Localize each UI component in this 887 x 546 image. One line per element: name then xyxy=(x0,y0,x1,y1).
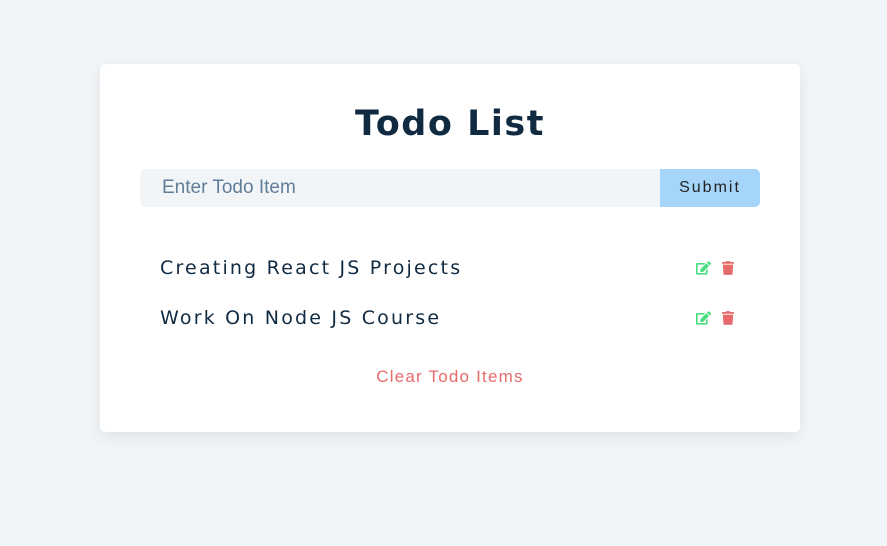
todo-item-text: Creating React JS Projects xyxy=(160,257,463,279)
clear-items-button[interactable]: Clear Todo Items xyxy=(100,367,800,387)
delete-button[interactable] xyxy=(720,260,736,276)
todo-item-actions xyxy=(695,260,736,276)
edit-icon xyxy=(695,261,711,275)
edit-icon xyxy=(695,311,711,325)
trash-icon xyxy=(722,311,734,325)
todo-form: Submit xyxy=(140,169,760,207)
trash-icon xyxy=(722,261,734,275)
delete-button[interactable] xyxy=(720,310,736,326)
todo-card: Todo List Submit Creating React JS Proje… xyxy=(100,64,800,432)
todo-item-text: Work On Node JS Course xyxy=(160,307,442,329)
list-item: Work On Node JS Course xyxy=(160,293,740,343)
todo-item-actions xyxy=(695,310,736,326)
list-item: Creating React JS Projects xyxy=(160,243,740,293)
todo-list: Creating React JS Projects Work On Node … xyxy=(160,243,740,343)
edit-button[interactable] xyxy=(695,310,711,326)
page-title: Todo List xyxy=(355,104,545,144)
todo-input[interactable] xyxy=(140,169,660,207)
submit-button[interactable]: Submit xyxy=(660,169,760,207)
edit-button[interactable] xyxy=(695,260,711,276)
